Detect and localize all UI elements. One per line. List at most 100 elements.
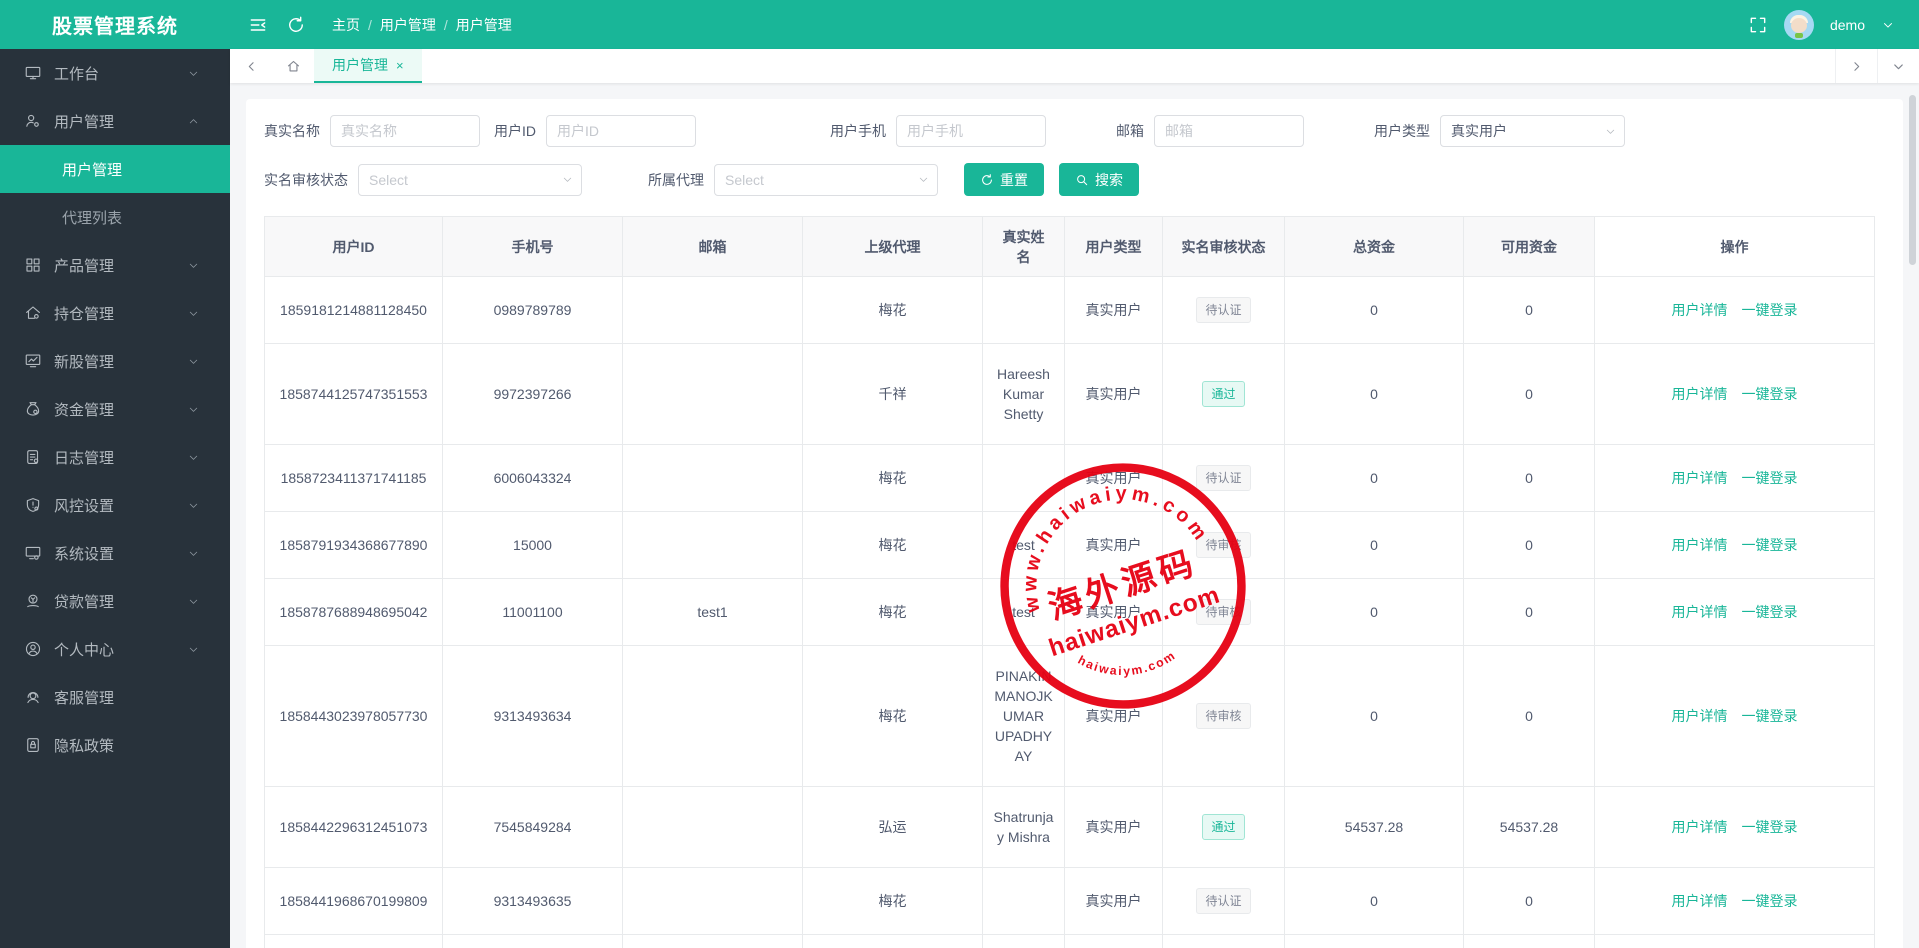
table-cell: 1859181214881128450 xyxy=(265,277,443,344)
user-detail-link[interactable]: 用户详情 xyxy=(1672,602,1728,622)
sidebar-item-label: 客服管理 xyxy=(54,687,114,708)
user-detail-link[interactable]: 用户详情 xyxy=(1672,706,1728,726)
sidebar-collapse-icon[interactable] xyxy=(248,15,268,35)
column-header: 总资金 xyxy=(1285,217,1464,277)
table-cell-amount: 0 xyxy=(1285,277,1464,344)
chevron-down-icon xyxy=(917,173,930,186)
sidebar-item-loan-mgmt[interactable]: 贷款管理 xyxy=(0,577,230,625)
avatar[interactable] xyxy=(1784,10,1814,40)
quick-login-link[interactable]: 一键登录 xyxy=(1742,300,1798,320)
table-cell-amount: 0 xyxy=(1285,868,1464,935)
user-type-select[interactable]: 真实用户 xyxy=(1440,115,1625,147)
tab-close-icon[interactable]: × xyxy=(396,58,404,73)
sidebar-item-service-mgmt[interactable]: 客服管理 xyxy=(0,673,230,721)
breadcrumb-home[interactable]: 主页 xyxy=(332,15,360,35)
user-detail-link[interactable]: 用户详情 xyxy=(1672,891,1728,911)
table-cell-status: 通过 xyxy=(1163,344,1285,445)
sidebar-item-position-mgmt[interactable]: 持仓管理 xyxy=(0,289,230,337)
column-header: 实名审核状态 xyxy=(1163,217,1285,277)
refresh-icon[interactable] xyxy=(286,15,306,35)
tab-home[interactable] xyxy=(272,49,314,83)
scrollbar[interactable] xyxy=(1909,95,1916,265)
sidebar-item-workbench[interactable]: 工作台 xyxy=(0,49,230,97)
tabs-menu[interactable] xyxy=(1877,49,1919,83)
user-type-label: 用户类型 xyxy=(1374,121,1430,141)
tabs-scroll-right[interactable] xyxy=(1835,49,1877,83)
table-cell: 弘运 xyxy=(803,787,983,868)
table-cell-actions: 用户详情一键登录 xyxy=(1595,935,1875,948)
email-input[interactable] xyxy=(1154,115,1304,147)
quick-login-link[interactable]: 一键登录 xyxy=(1742,468,1798,488)
sidebar-subitem-user-list[interactable]: 用户管理 xyxy=(0,145,230,193)
sidebar-item-personal-center[interactable]: 个人中心 xyxy=(0,625,230,673)
reset-button[interactable]: 重置 xyxy=(964,163,1044,196)
sidebar-subitem-agent-list[interactable]: 代理列表 xyxy=(0,193,230,241)
real-name-input[interactable] xyxy=(330,115,480,147)
sidebar-item-product-mgmt[interactable]: 产品管理 xyxy=(0,241,230,289)
chevron-down-icon xyxy=(187,547,200,560)
privacy-icon xyxy=(24,736,42,754)
user-id-input[interactable] xyxy=(546,115,696,147)
table-cell-amount: 0 xyxy=(1464,445,1595,512)
table-cell: 真实用户 xyxy=(1065,935,1163,948)
sidebar-item-system-settings[interactable]: 系统设置 xyxy=(0,529,230,577)
sidebar-item-risk-settings[interactable]: 风控设置 xyxy=(0,481,230,529)
audit-status-select[interactable]: Select xyxy=(358,164,582,196)
table-cell: 真实用户 xyxy=(1065,344,1163,445)
search-button[interactable]: 搜索 xyxy=(1059,163,1139,196)
table-cell-amount: 0 xyxy=(1285,344,1464,445)
table-cell-actions: 用户详情一键登录 xyxy=(1595,512,1875,579)
breadcrumb-page[interactable]: 用户管理 xyxy=(456,15,512,35)
quick-login-link[interactable]: 一键登录 xyxy=(1742,817,1798,837)
user-phone-input[interactable] xyxy=(896,115,1046,147)
table-cell xyxy=(623,277,803,344)
header-right: demo xyxy=(1748,10,1919,40)
chevron-down-icon xyxy=(187,595,200,608)
chevron-down-icon[interactable] xyxy=(1881,18,1895,32)
table-cell-status: 待审核 xyxy=(1163,512,1285,579)
column-header: 上级代理 xyxy=(803,217,983,277)
sidebar-item-label: 工作台 xyxy=(54,63,99,84)
sidebar-item-label: 隐私政策 xyxy=(54,735,114,756)
table-cell-amount: 0 xyxy=(1464,935,1595,948)
breadcrumb-section[interactable]: 用户管理 xyxy=(380,15,436,35)
headset-icon xyxy=(24,688,42,706)
quick-login-link[interactable]: 一键登录 xyxy=(1742,535,1798,555)
user-detail-link[interactable]: 用户详情 xyxy=(1672,300,1728,320)
loan-icon xyxy=(24,592,42,610)
agent-select[interactable]: Select xyxy=(714,164,938,196)
table-cell-actions: 用户详情一键登录 xyxy=(1595,646,1875,787)
sidebar-item-log-mgmt[interactable]: 日志管理 xyxy=(0,433,230,481)
username[interactable]: demo xyxy=(1830,17,1865,33)
user-detail-link[interactable]: 用户详情 xyxy=(1672,468,1728,488)
table-cell: 11001100 xyxy=(443,579,623,646)
main-area: 用户管理 × 真实名称 xyxy=(230,49,1919,948)
audit-status-label: 实名审核状态 xyxy=(264,170,348,190)
user-detail-link[interactable]: 用户详情 xyxy=(1672,384,1728,404)
sidebar-item-fund-mgmt[interactable]: 资金管理 xyxy=(0,385,230,433)
app-title: 股票管理系统 xyxy=(0,10,230,39)
table-cell xyxy=(623,646,803,787)
quick-login-link[interactable]: 一键登录 xyxy=(1742,602,1798,622)
quick-login-link[interactable]: 一键登录 xyxy=(1742,891,1798,911)
table-cell: 真实用户 xyxy=(1065,445,1163,512)
table-cell-amount: 54537.28 xyxy=(1285,787,1464,868)
user-detail-link[interactable]: 用户详情 xyxy=(1672,817,1728,837)
sidebar-item-user-mgmt[interactable]: 用户管理 xyxy=(0,97,230,145)
sidebar-nav: 工作台用户管理用户管理代理列表产品管理持仓管理新股管理资金管理日志管理风控设置系… xyxy=(0,49,230,769)
tabs-scroll-left[interactable] xyxy=(230,49,272,83)
quick-login-link[interactable]: 一键登录 xyxy=(1742,384,1798,404)
status-badge: 待认证 xyxy=(1196,888,1250,914)
quick-login-link[interactable]: 一键登录 xyxy=(1742,706,1798,726)
sidebar-item-privacy-policy[interactable]: 隐私政策 xyxy=(0,721,230,769)
user-detail-link[interactable]: 用户详情 xyxy=(1672,535,1728,555)
table-cell: Hareesh Kumar Shetty xyxy=(983,344,1065,445)
chevron-up-icon xyxy=(187,115,200,128)
tab-user-management[interactable]: 用户管理 × xyxy=(314,49,422,83)
table-cell-actions: 用户详情一键登录 xyxy=(1595,787,1875,868)
table-row: 18591812148811284500989789789梅花真实用户待认证00… xyxy=(265,277,1875,344)
sidebar-item-ipo-mgmt[interactable]: 新股管理 xyxy=(0,337,230,385)
chart-monitor-icon xyxy=(24,352,42,370)
fullscreen-icon[interactable] xyxy=(1748,15,1768,35)
shield-icon xyxy=(24,496,42,514)
